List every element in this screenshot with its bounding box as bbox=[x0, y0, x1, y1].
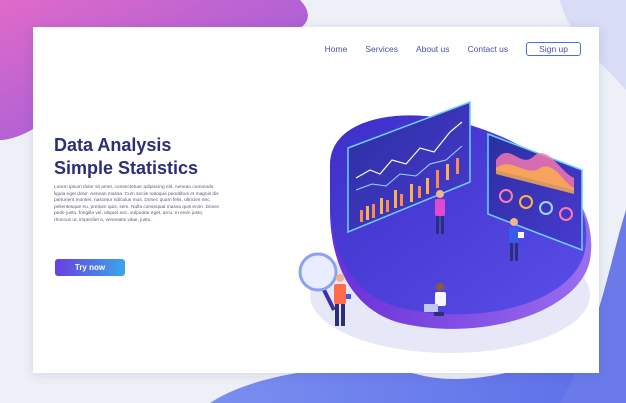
hero-title-line-2: Simple Statistics bbox=[54, 158, 199, 178]
nav-about-link[interactable]: About us bbox=[416, 44, 450, 54]
nav-home-link[interactable]: Home bbox=[325, 44, 348, 54]
hero-description: Lorem ipsum dolor sit amet, consectetuer… bbox=[54, 185, 220, 223]
hero-title: Data Analysis Simple Statistics bbox=[54, 134, 198, 180]
isometric-illustration bbox=[298, 100, 592, 353]
nav-contact-link[interactable]: Contact us bbox=[468, 44, 509, 54]
top-nav: Home Services About us Contact us Sign u… bbox=[325, 42, 581, 56]
hero-title-line-1: Data Analysis bbox=[54, 135, 172, 155]
sign-up-button[interactable]: Sign up bbox=[526, 42, 581, 56]
nav-services-link[interactable]: Services bbox=[365, 44, 398, 54]
try-now-button[interactable]: Try now bbox=[55, 259, 125, 276]
